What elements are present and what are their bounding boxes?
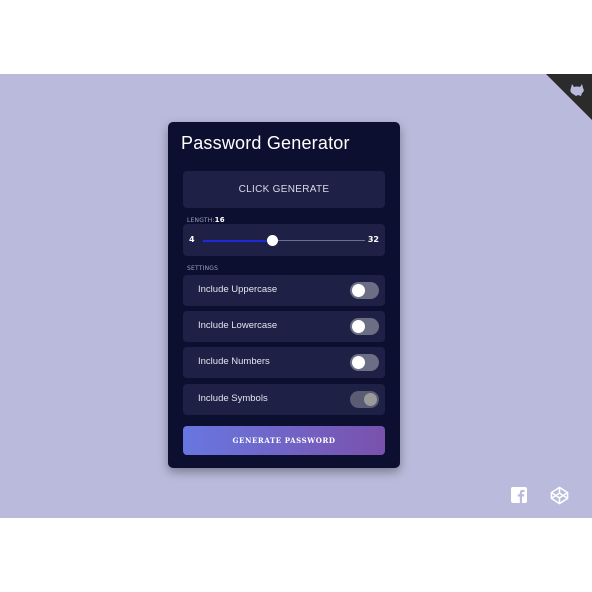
slider-min-label: 4 [189,235,195,244]
password-generator-card: Password Generator CLICK GENERATE LENGTH… [168,122,400,468]
toggle-knob [352,284,365,297]
facebook-link[interactable] [510,486,528,504]
symbols-toggle[interactable] [350,391,379,408]
slider-thumb[interactable] [266,235,278,246]
page-background: Password Generator CLICK GENERATE LENGTH… [0,74,592,518]
slider-fill [203,239,273,242]
github-cat-icon [570,84,584,96]
generate-password-button[interactable]: GENERATE PASSWORD [183,426,385,455]
length-label: LENGTH:16 [187,216,225,224]
toggle-knob [352,356,365,369]
numbers-toggle[interactable] [350,354,379,371]
length-slider[interactable] [203,235,365,246]
lowercase-toggle[interactable] [350,318,379,335]
setting-label: Include Symbols [198,393,268,404]
length-value: 16 [214,216,225,224]
codepen-link[interactable] [550,486,569,505]
setting-numbers: Include Numbers [183,347,385,378]
facebook-icon [511,487,527,503]
setting-uppercase: Include Uppercase [183,275,385,306]
corner-triangle [546,74,592,120]
setting-label: Include Numbers [198,356,270,367]
setting-label: Include Uppercase [198,284,278,295]
toggle-knob [352,320,365,333]
length-label-text: LENGTH: [187,217,215,224]
app-title: Password Generator [181,133,350,153]
setting-symbols: Include Symbols [183,384,385,415]
settings-label: SETTINGS [187,265,219,272]
github-corner-link[interactable] [546,74,592,120]
toggle-knob [364,393,377,406]
length-slider-container: 4 32 [183,224,385,256]
result-placeholder: CLICK GENERATE [238,184,330,195]
setting-label: Include Lowercase [198,320,278,331]
password-result-display[interactable]: CLICK GENERATE [183,171,385,208]
codepen-icon [550,486,569,505]
uppercase-toggle[interactable] [350,282,379,299]
slider-max-label: 32 [367,235,379,244]
setting-lowercase: Include Lowercase [183,311,385,342]
